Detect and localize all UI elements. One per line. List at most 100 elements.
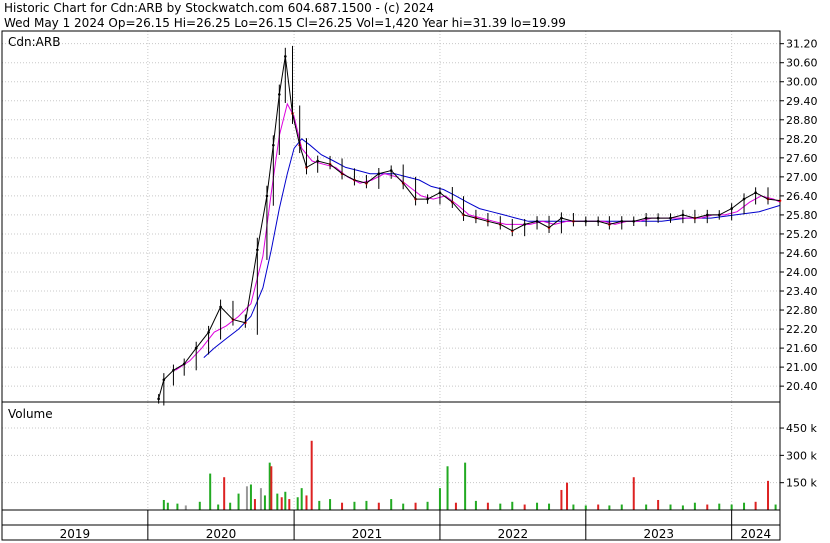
volume-bar — [249, 484, 252, 510]
volume-bar — [486, 502, 489, 510]
price-tick-label: 23.40 — [786, 285, 818, 298]
price-tick-label: 26.40 — [786, 190, 818, 203]
volume-bar — [365, 500, 368, 510]
volume-bar — [693, 502, 696, 510]
volume-bar — [270, 466, 273, 510]
price-tick-label: 22.80 — [786, 304, 818, 317]
volume-bar — [280, 497, 283, 510]
price-tick-label: 27.60 — [786, 152, 818, 165]
volume-bar — [743, 502, 746, 510]
volume-bar — [305, 495, 308, 510]
volume-bar — [300, 488, 303, 510]
volume-bar — [223, 477, 226, 510]
volume-bar — [657, 499, 660, 510]
price-tick-label: 25.20 — [786, 228, 818, 241]
volume-bar — [474, 500, 477, 510]
volume-bar — [176, 503, 179, 510]
volume-bar — [584, 505, 587, 510]
volume-bar — [329, 499, 332, 510]
volume-bar — [377, 502, 380, 510]
volume-bar — [718, 503, 721, 510]
year-label: 2024 — [741, 527, 772, 541]
volume-bar — [341, 502, 344, 510]
year-label: 2019 — [60, 527, 91, 541]
volume-bar — [523, 504, 526, 510]
volume-bar — [284, 491, 287, 510]
volume-grid — [2, 402, 780, 510]
price-tick-label: 30.60 — [786, 57, 818, 70]
volume-bar — [669, 504, 672, 510]
volume-bar — [548, 503, 551, 510]
volume-tick-label: 150 k — [786, 477, 817, 490]
volume-y-ticks: 150 k 300 k 450 k — [780, 422, 817, 490]
volume-bar — [229, 502, 232, 510]
price-tick-label: 28.20 — [786, 133, 818, 146]
volume-bar — [263, 495, 266, 510]
price-close-line — [158, 56, 781, 399]
volume-bar — [499, 503, 502, 510]
price-grid — [2, 31, 780, 402]
volume-bar — [681, 505, 684, 510]
moving-average-long-line — [203, 138, 781, 358]
price-tick-label: 30.00 — [786, 76, 818, 89]
volume-bar — [597, 504, 600, 510]
price-tick-label: 22.20 — [786, 323, 818, 336]
volume-bar — [402, 503, 405, 510]
volume-bar — [511, 501, 514, 510]
volume-bar — [464, 462, 467, 510]
volume-bar — [318, 500, 321, 510]
volume-bar — [209, 473, 212, 510]
volume-bar — [245, 486, 248, 510]
volume-bar — [217, 504, 220, 510]
volume-bar — [259, 488, 262, 510]
price-y-ticks: 20.40 21.00 21.60 22.20 22.80 23.40 24.00 24.60… — [780, 38, 818, 393]
volume-panel — [1, 401, 781, 511]
volume-bar — [438, 488, 441, 510]
volume-bar — [296, 497, 299, 510]
volume-bar — [620, 504, 623, 510]
volume-bar — [454, 502, 457, 510]
volume-bar — [162, 499, 165, 510]
price-tick-label: 29.40 — [786, 95, 818, 108]
volume-panel-title: Volume — [8, 407, 53, 421]
price-tick-label: 20.40 — [786, 380, 818, 393]
price-tick-label: 24.60 — [786, 247, 818, 260]
year-label: 2021 — [352, 527, 383, 541]
volume-bar — [353, 501, 356, 510]
volume-bar — [730, 504, 733, 510]
volume-bar — [566, 482, 569, 510]
volume-tick-label: 450 k — [786, 422, 817, 435]
volume-bar — [774, 504, 777, 510]
volume-bar — [706, 504, 709, 510]
volume-bar — [767, 480, 770, 510]
volume-bar — [276, 493, 279, 510]
volume-tick-label: 300 k — [786, 449, 817, 462]
volume-bar — [253, 499, 256, 510]
volume-bar — [536, 502, 539, 510]
price-panel-title: Cdn:ARB — [8, 35, 60, 49]
volume-bar — [237, 493, 240, 510]
price-tick-label: 21.00 — [786, 361, 818, 374]
volume-bar — [754, 501, 757, 510]
year-label: 2022 — [498, 527, 529, 541]
stock-chart: Cdn:ARB 20.40 21.00 21.60 22.20 22.80 23.40 24… — [1, 30, 818, 541]
volume-bar — [198, 501, 201, 510]
volume-bar — [608, 505, 611, 510]
volume-bar — [446, 466, 449, 510]
volume-bar — [645, 504, 648, 510]
volume-bar — [414, 502, 417, 510]
volume-bar — [184, 505, 187, 510]
volume-bar — [572, 504, 575, 510]
volume-bar — [390, 499, 393, 510]
price-tick-label: 24.00 — [786, 266, 818, 279]
year-label: 2020 — [206, 527, 237, 541]
volume-bar — [310, 440, 313, 510]
volume-bar — [288, 499, 291, 510]
volume-bar — [560, 489, 563, 510]
price-tick-label: 31.20 — [786, 38, 818, 51]
volume-bar — [632, 477, 635, 510]
year-label: 2023 — [643, 527, 674, 541]
price-tick-label: 21.60 — [786, 342, 818, 355]
price-tick-label: 28.80 — [786, 114, 818, 127]
volume-bar — [166, 502, 169, 510]
